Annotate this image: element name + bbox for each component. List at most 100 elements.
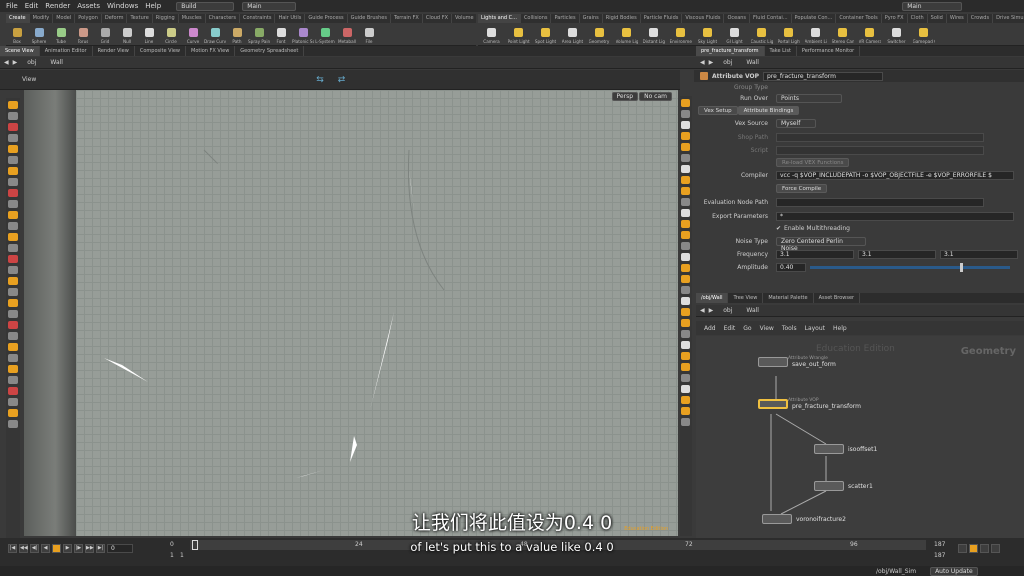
right-tool-icon[interactable]	[681, 99, 690, 107]
compiler-field[interactable]: vcc -q $VOP_INCLUDEPATH -o $VOP_OBJECTFI…	[776, 170, 1014, 180]
pane-tab[interactable]: Geometry Spreadsheet	[235, 46, 305, 56]
snap-icon[interactable]: ⇄	[338, 75, 346, 85]
left-tool-icon[interactable]	[8, 145, 18, 153]
network-tab[interactable]: Tree View	[728, 293, 764, 303]
run-over-dropdown[interactable]: Points	[776, 93, 842, 103]
right-tool-icon[interactable]	[681, 330, 690, 338]
network-menu-item[interactable]: View	[760, 325, 774, 332]
left-tool-icon[interactable]	[8, 101, 18, 109]
left-tool-icon[interactable]	[8, 189, 18, 197]
left-tool-icon[interactable]	[8, 288, 18, 296]
left-tool-icon[interactable]	[8, 123, 18, 131]
path-obj[interactable]: obj	[723, 307, 732, 314]
path-obj[interactable]: obj	[27, 59, 36, 66]
shelf-tab[interactable]: Cloud FX	[423, 14, 453, 23]
right-tool-icon[interactable]	[681, 176, 690, 184]
shelf-tab[interactable]: Modify	[30, 14, 54, 23]
left-tool-icon[interactable]	[8, 222, 18, 230]
pane-tab[interactable]: Render View	[93, 46, 135, 56]
shelf-tool[interactable]: Spray Paint	[248, 25, 270, 44]
shelf-tab[interactable]: Pyro FX	[882, 14, 908, 23]
left-tool-icon[interactable]	[8, 321, 18, 329]
node-isooffset1[interactable]: isooffset1	[814, 444, 877, 454]
network-menu-item[interactable]: Edit	[724, 325, 736, 332]
right-tool-icon[interactable]	[681, 407, 690, 415]
shelf-tab[interactable]: Constraints	[240, 14, 276, 23]
right-tool-icon[interactable]	[681, 363, 690, 371]
shelf-tool[interactable]: L-System	[314, 25, 336, 44]
shelf-tool[interactable]: Stereo Camera	[829, 25, 856, 44]
left-tool-icon[interactable]	[8, 178, 18, 186]
back-icon[interactable]: ◀	[700, 59, 705, 66]
menu-windows[interactable]: Windows	[107, 2, 138, 10]
network-menu-item[interactable]: Add	[704, 325, 716, 332]
shelf-tab[interactable]: Hair Utils	[275, 14, 306, 23]
shelf-tool[interactable]: Volume Light	[613, 25, 640, 44]
sim-path[interactable]: /obj/Wall_Sim	[876, 568, 916, 575]
menu-render[interactable]: Render	[45, 2, 70, 10]
reload-vex-button[interactable]: Re-load VEX Functions	[776, 157, 850, 167]
viewport[interactable]: Persp No cam Education Edition	[24, 90, 678, 536]
shelf-tab[interactable]: Guide Process	[305, 14, 348, 23]
shelf-tool[interactable]: Curve	[182, 25, 204, 44]
amplitude-slider[interactable]	[810, 263, 1010, 272]
left-tool-icon[interactable]	[8, 266, 18, 274]
desktop-build-dropdown[interactable]: Build	[176, 1, 235, 11]
export-params-field[interactable]: *	[776, 211, 1014, 221]
shelf-tool[interactable]: Caustic Light	[748, 25, 775, 44]
right-tool-icon[interactable]	[681, 187, 690, 195]
node-pre-fracture-transform[interactable]: Attribute VOP pre_fracture_transform	[758, 398, 861, 410]
left-tool-icon[interactable]	[8, 200, 18, 208]
shelf-tab[interactable]: Drive Simula...	[993, 14, 1024, 23]
tab-attribute-bindings[interactable]: Attribute Bindings	[737, 105, 800, 115]
script-field[interactable]	[776, 145, 984, 155]
network-tab[interactable]: Material Palette	[763, 293, 814, 303]
pane-tab[interactable]: Composite View	[135, 46, 186, 56]
menu-assets[interactable]: Assets	[77, 2, 100, 10]
forward-icon[interactable]: ▶	[709, 59, 714, 66]
shelf-tab[interactable]: Model	[53, 14, 76, 23]
node-save-out-form[interactable]: Attribute Wrangle save_out_form	[758, 356, 836, 368]
shelf-tab[interactable]: Lights and C...	[478, 14, 521, 23]
frequency-x-field[interactable]: 3.1	[776, 250, 854, 259]
left-tool-icon[interactable]	[8, 376, 18, 384]
shelf-tab[interactable]: Cloth	[908, 14, 928, 23]
left-tool-icon[interactable]	[8, 112, 18, 120]
left-tool-icon[interactable]	[8, 156, 18, 164]
shelf-tab[interactable]: Terrain FX	[391, 14, 423, 23]
node-box[interactable]	[814, 481, 844, 491]
right-tool-icon[interactable]	[681, 319, 690, 327]
eval-node-field[interactable]	[776, 197, 984, 207]
shelf-tool[interactable]: Grid	[94, 25, 116, 44]
shelf-tool[interactable]: Area Light	[559, 25, 586, 44]
amplitude-slider-handle[interactable]	[960, 263, 963, 272]
shelf-tab[interactable]: Grains	[580, 14, 603, 23]
shelf-tab[interactable]: Crowds	[968, 14, 994, 23]
shelf-tab[interactable]: Volume	[452, 14, 476, 23]
shelf-tool[interactable]: Sky Light	[694, 25, 721, 44]
left-tool-icon[interactable]	[8, 255, 18, 263]
left-tool-icon[interactable]	[8, 420, 18, 428]
shelf-tool[interactable]: Path	[226, 25, 248, 44]
left-tool-icon[interactable]	[8, 354, 18, 362]
right-tool-icon[interactable]	[681, 121, 690, 129]
menu-help[interactable]: Help	[145, 2, 161, 10]
camera-menu[interactable]: No cam	[639, 92, 672, 101]
shelf-tab[interactable]: Deform	[102, 14, 128, 23]
pane-tab[interactable]: Scene View	[0, 46, 40, 56]
multithread-checkbox[interactable]: ✔	[776, 225, 781, 232]
left-tool-icon[interactable]	[8, 343, 18, 351]
shelf-tab[interactable]: Polygon	[75, 14, 102, 23]
desktop-main-right-dropdown[interactable]: Main	[902, 1, 963, 11]
left-tool-icon[interactable]	[8, 134, 18, 142]
amplitude-field[interactable]: 0.40	[776, 263, 806, 272]
pane-tab[interactable]: Take List	[765, 46, 797, 56]
right-tool-icon[interactable]	[681, 209, 690, 217]
right-tool-icon[interactable]	[681, 352, 690, 360]
shelf-tab[interactable]: Fluid Contai...	[750, 14, 792, 23]
persp-menu[interactable]: Persp	[611, 92, 638, 101]
shelf-tab[interactable]: Viscous Fluids	[682, 14, 725, 23]
shelf-tool[interactable]: Circle	[160, 25, 182, 44]
right-tool-icon[interactable]	[681, 143, 690, 151]
node-box[interactable]	[758, 399, 788, 409]
